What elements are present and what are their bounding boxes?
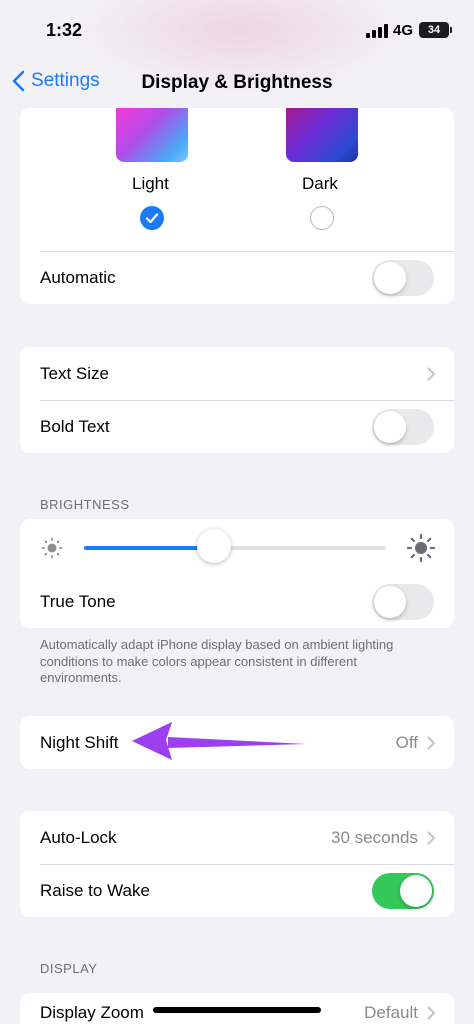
sun-large-icon [406,533,436,563]
toggle-knob [374,410,406,443]
dark-mode-radio[interactable] [310,206,334,230]
text-size-row[interactable]: Text Size [20,347,454,400]
navigation-bar: Display & Brightness Settings [0,62,474,108]
true-tone-label: True Tone [40,591,116,611]
dark-mode-label: Dark [302,174,338,193]
status-time: 1:32 [46,20,83,40]
brightness-section-header: BRIGHTNESS [40,497,130,512]
bold-text-label: Bold Text [40,416,110,436]
light-mode-radio[interactable] [140,206,164,230]
night-shift-label: Night Shift [40,732,119,752]
night-shift-value: Off [395,732,418,752]
text-card: Text Size Bold Text [20,347,454,453]
home-indicator [153,1007,321,1013]
chevron-right-icon [427,831,435,844]
brightness-card: True Tone [20,519,454,628]
appearance-card: Light Dark Automatic [20,108,454,304]
automatic-toggle[interactable] [372,259,434,296]
auto-lock-value: 30 seconds [331,827,418,847]
chevron-right-icon [427,367,435,380]
toggle-knob [400,874,432,907]
true-tone-toggle[interactable] [372,583,434,620]
toggle-knob [374,585,406,618]
light-mode-preview[interactable] [116,108,188,162]
auto-lock-label: Auto-Lock [40,827,117,847]
battery-level: 34 [427,24,441,36]
sun-small-icon [41,537,63,559]
true-tone-row: True Tone [20,575,454,628]
chevron-right-icon [427,736,435,749]
bold-text-row: Bold Text [20,400,454,453]
network-type: 4G [393,22,414,39]
page-title-text: Display & Brightness [141,72,333,93]
raise-to-wake-label: Raise to Wake [40,880,150,900]
checkmark-icon [145,213,159,224]
chevron-right-icon [427,1006,435,1020]
brightness-slider-row [20,519,454,575]
bold-text-toggle[interactable] [372,408,434,445]
text-size-label: Text Size [40,363,109,383]
brightness-slider[interactable] [84,546,386,550]
display-section-header: DISPLAY [40,961,98,976]
back-button-label: Settings [31,70,100,91]
chevron-left-icon [12,70,25,92]
brightness-slider-fill [84,546,214,550]
annotation-arrow-icon [132,722,306,760]
raise-to-wake-toggle[interactable] [372,872,434,909]
display-zoom-label: Display Zoom [40,1003,144,1022]
light-mode-label: Light [132,174,169,193]
battery-cap [450,27,452,33]
brightness-slider-thumb[interactable] [196,529,231,563]
back-button[interactable]: Settings [12,70,100,92]
auto-lock-row[interactable]: Auto-Lock 30 seconds [20,811,454,864]
display-zoom-value: Default [364,1003,418,1022]
true-tone-footnote: Automatically adapt iPhone display based… [40,637,394,685]
lock-card: Auto-Lock 30 seconds Raise to Wake [20,811,454,917]
battery-icon: 34 [419,22,449,38]
toggle-knob [374,261,406,294]
cellular-signal-icon [366,24,388,38]
automatic-label: Automatic [40,267,116,287]
automatic-row: Automatic [20,251,454,304]
dark-mode-preview[interactable] [286,108,358,162]
status-bar: 1:32 4G 34 [0,0,474,60]
raise-to-wake-row: Raise to Wake [20,864,454,917]
